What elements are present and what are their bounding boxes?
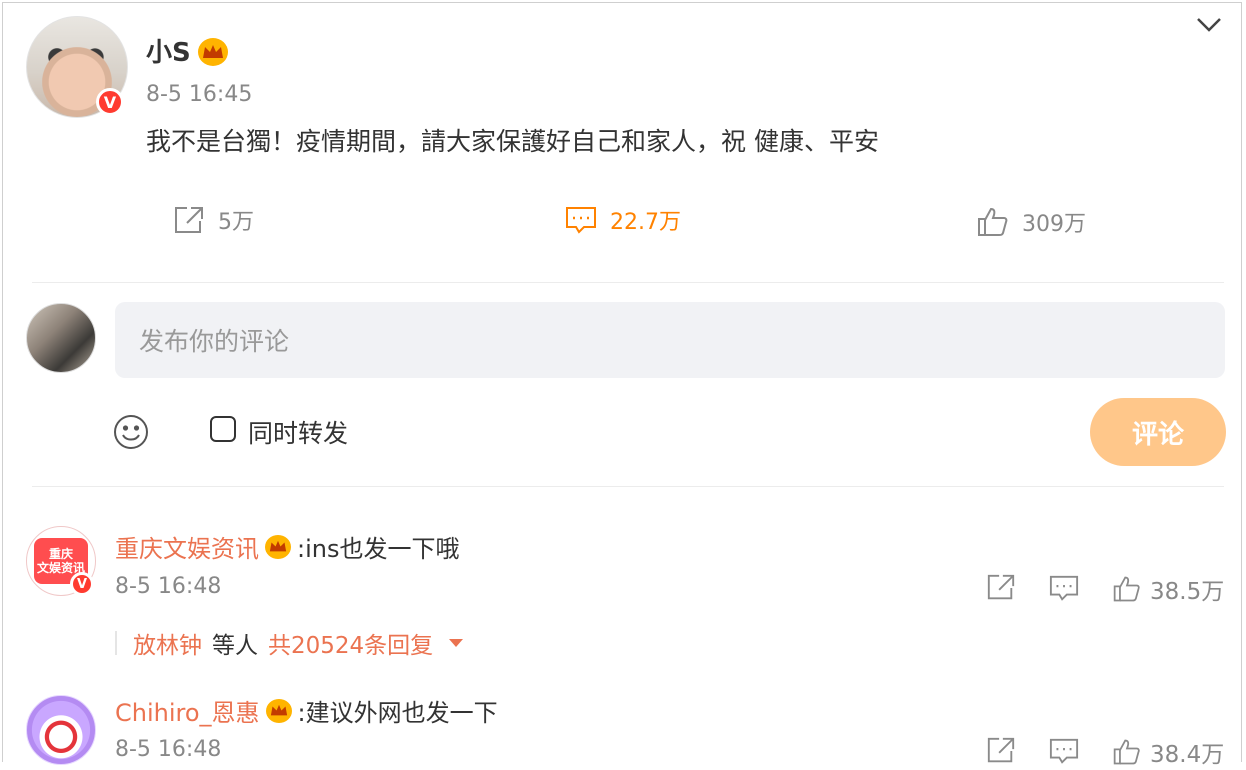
comment-like-button[interactable]: 38.5万 <box>1112 572 1224 606</box>
reply-bar-line <box>115 631 117 655</box>
thumbs-up-icon <box>1113 576 1140 602</box>
verified-badge-icon: V <box>70 572 94 596</box>
comment-like-count: 38.4万 <box>1150 742 1225 768</box>
comment-time: 8-5 16:48 <box>115 574 222 599</box>
vip-crown-icon <box>198 38 228 66</box>
emoji-icon[interactable] <box>113 414 149 450</box>
vip-crown-icon <box>265 534 291 559</box>
like-button[interactable]: 309万 <box>976 206 1086 238</box>
comment-reply-icon[interactable] <box>1048 736 1080 770</box>
repost-button[interactable]: 5万 <box>172 204 254 236</box>
comment-author[interactable]: 重庆文娱资讯 <box>115 529 259 564</box>
reply-total[interactable]: 共20524条回复 <box>268 626 433 660</box>
comment-like-button[interactable]: 38.4万 <box>1112 735 1224 769</box>
author-name[interactable]: 小S <box>146 32 191 69</box>
comment-like-count: 38.5万 <box>1150 579 1225 605</box>
comment-line: 重庆文娱资讯 :ins也发一下哦 <box>115 529 459 564</box>
comment-icon <box>566 207 596 234</box>
vip-crown-icon <box>265 698 292 723</box>
divider <box>32 486 1224 487</box>
repost-count: 5万 <box>218 210 254 235</box>
repost-checkbox[interactable] <box>210 416 236 442</box>
thumbs-up-icon <box>1113 739 1140 765</box>
verified-badge-icon: V <box>96 88 124 116</box>
post-text: 我不是台獨！疫情期間，請大家保護好自己和家人，祝 健康、平安 <box>146 127 879 156</box>
comment-input[interactable]: 发布你的评论 <box>115 302 1225 378</box>
divider <box>32 282 1224 283</box>
my-avatar[interactable] <box>26 303 96 373</box>
reply-middle-text: 等人 <box>212 633 258 659</box>
like-count: 309万 <box>1022 212 1086 237</box>
chevron-down-icon[interactable] <box>1196 12 1222 40</box>
replies-summary[interactable]: 放林钟 等人 共20524条回复 <box>115 626 464 660</box>
comment-author[interactable]: Chihiro_恩惠 <box>115 693 260 728</box>
thumbs-up-icon <box>978 207 1008 236</box>
comment-text: :ins也发一下哦 <box>297 535 460 563</box>
post-time[interactable]: 8-5 16:45 <box>146 82 252 107</box>
caret-down-icon[interactable] <box>449 639 464 647</box>
comment-line: Chihiro_恩惠 :建议外网也发一下 <box>115 693 498 728</box>
repost-label[interactable]: 同时转发 <box>248 414 348 450</box>
share-icon <box>175 207 203 233</box>
comment-count: 22.7万 <box>610 210 681 235</box>
comment-share-icon[interactable] <box>985 735 1017 769</box>
submit-comment-button[interactable]: 评论 <box>1090 398 1226 466</box>
comment-text: :建议外网也发一下 <box>297 699 498 727</box>
comment-button[interactable]: 22.7万 <box>564 204 681 236</box>
comment-placeholder: 发布你的评论 <box>139 327 290 356</box>
comment-share-icon[interactable] <box>985 572 1017 606</box>
comment-time: 8-5 16:48 <box>115 737 222 762</box>
comment-reply-icon[interactable] <box>1048 573 1080 607</box>
reply-user[interactable]: 放林钟 <box>133 626 202 660</box>
